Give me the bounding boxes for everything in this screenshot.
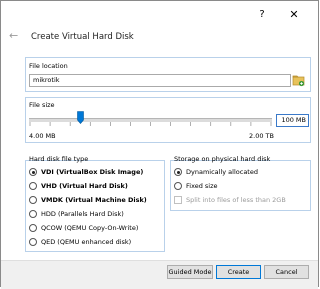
create-button[interactable]: Create (216, 265, 261, 279)
disk-type-radio[interactable] (29, 182, 37, 190)
page-title: Create Virtual Hard Disk (31, 32, 134, 42)
cancel-button[interactable]: Cancel (264, 265, 309, 279)
file-size-slider-ticks (29, 122, 272, 126)
storage-radio[interactable] (174, 168, 182, 176)
file-size-min-label: 4.00 MB (29, 132, 56, 140)
file-size-label: File size (29, 101, 55, 109)
storage-option[interactable]: Dynamically allocated (174, 167, 258, 177)
storage-radio[interactable] (174, 182, 182, 190)
disk-type-radio[interactable] (29, 224, 37, 232)
split-files-checkbox[interactable] (174, 196, 182, 204)
close-button[interactable]: ✕ (286, 7, 302, 23)
disk-type-radio[interactable] (29, 210, 37, 218)
disk-type-option[interactable]: VMDK (Virtual Machine Disk) (29, 195, 147, 205)
disk-type-option[interactable]: HDD (Parallels Hard Disk) (29, 209, 124, 219)
disk-type-radio[interactable] (29, 238, 37, 246)
storage-option[interactable]: Fixed size (174, 181, 218, 191)
help-button[interactable]: ? (255, 8, 269, 22)
disk-type-option[interactable]: QCOW (QEMU Copy-On-Write) (29, 223, 138, 233)
storage-label: Storage on physical hard disk (174, 155, 271, 163)
disk-type-option[interactable]: QED (QEMU enhanced disk) (29, 237, 131, 247)
guided-mode-button[interactable]: Guided Mode (167, 265, 213, 279)
file-location-label: File location (29, 62, 68, 70)
title-bar: ? ✕ (1, 1, 318, 26)
disk-type-option-label: HDD (Parallels Hard Disk) (41, 210, 124, 218)
disk-type-radio[interactable] (29, 196, 37, 204)
disk-type-label: Hard disk file type (29, 155, 89, 163)
file-size-max-label: 2.00 TB (249, 132, 274, 140)
disk-type-option-label: VHD (Virtual Hard Disk) (41, 182, 128, 190)
file-size-slider-thumb[interactable] (76, 111, 84, 124)
split-files-label: Split into files of less than 2GB (186, 196, 286, 204)
disk-type-option-label: QCOW (QEMU Copy-On-Write) (41, 224, 139, 232)
disk-type-option-label: VMDK (Virtual Machine Disk) (41, 196, 147, 204)
disk-type-option-label: VDI (VirtualBox Disk Image) (41, 168, 144, 176)
create-virtual-hard-disk-dialog: ? ✕ ← Create Virtual Hard Disk File loca… (0, 0, 319, 289)
split-files-checkbox-row[interactable]: Split into files of less than 2GB (174, 195, 286, 205)
disk-type-option-label: QED (QEMU enhanced disk) (41, 238, 132, 246)
folder-icon[interactable] (292, 73, 306, 87)
file-location-input[interactable]: mikrotik (29, 74, 291, 87)
back-arrow-icon[interactable]: ← (9, 29, 23, 43)
disk-type-option[interactable]: VHD (Virtual Hard Disk) (29, 181, 128, 191)
storage-option-label: Dynamically allocated (186, 168, 258, 176)
disk-type-radio[interactable] (29, 168, 37, 176)
disk-type-option[interactable]: VDI (VirtualBox Disk Image) (29, 167, 143, 177)
storage-option-label: Fixed size (186, 182, 218, 190)
file-size-input[interactable]: 100 MB (276, 114, 309, 127)
